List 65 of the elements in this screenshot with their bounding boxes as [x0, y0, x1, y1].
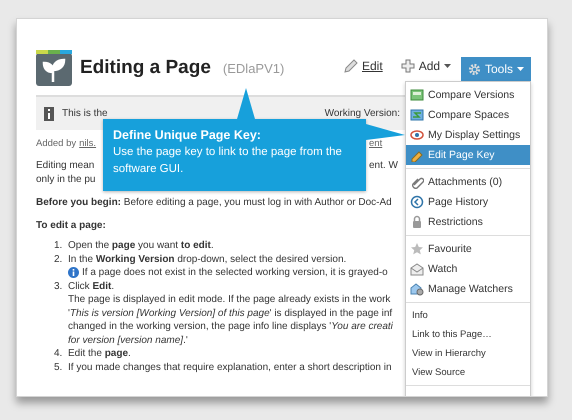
callout-text: Use the page key to link to the page from the software GUI. — [113, 145, 343, 177]
page-key: (EDlaPV1) — [222, 60, 284, 76]
menu-item[interactable]: Restrictions — [406, 212, 530, 232]
step-detail-text: changed in the working version, the page info line displays 'You are creati — [68, 320, 393, 334]
menu-item[interactable]: Edit Page Key — [406, 145, 530, 165]
callout-title: Define Unique Page Key: — [113, 128, 262, 142]
menu-item[interactable]: View Source — [406, 363, 530, 382]
info-icon — [68, 267, 79, 278]
info-icon — [44, 106, 54, 120]
menu-item-icon — [410, 282, 424, 296]
step-text: If you made changes that require explanation, enter a short description in — [68, 360, 392, 374]
caret-icon — [444, 64, 452, 68]
byline-link[interactable]: ent — [369, 138, 382, 149]
menu-item-icon — [410, 262, 424, 276]
step-text: Open the page you want to edit. — [68, 239, 214, 252]
caret-icon — [517, 67, 524, 71]
menu-item-icon — [410, 175, 424, 189]
pencil-icon — [344, 59, 358, 73]
plus-icon — [400, 59, 415, 73]
step-text: Edit the page. — [68, 347, 131, 360]
menu-item[interactable]: View in Hierarchy — [406, 344, 530, 363]
menu-item-icon — [410, 195, 424, 209]
callout-pointer — [237, 88, 255, 119]
menu-item-icon — [410, 242, 424, 256]
step-number: 5. — [54, 360, 64, 374]
byline-text: Added by — [36, 138, 76, 150]
add-button[interactable]: Add — [398, 57, 454, 75]
menu-item[interactable]: Favourite — [406, 239, 530, 259]
working-version-label: Working Version: — [324, 108, 400, 119]
menu-item[interactable]: Manage Watchers — [406, 279, 530, 299]
menu-item[interactable]: Link to this Page… — [406, 325, 530, 344]
intro-text: Editing mean — [36, 159, 94, 173]
step-number: 2. — [54, 252, 64, 266]
menu-item-icon — [410, 88, 424, 102]
edit-button[interactable]: Edit — [342, 57, 385, 75]
callout-pointer — [366, 124, 405, 140]
before-you-begin-text: Before you begin: Before editing a page, you must log in with Author or Doc-Ad — [36, 196, 393, 210]
menu-item[interactable]: Info — [406, 306, 530, 325]
menu-item-icon — [410, 128, 424, 142]
menu-item[interactable]: My Display Settings — [406, 125, 530, 145]
leaf-logo-icon — [36, 50, 72, 86]
step-text: In the Working Version drop-down, select the desired version. — [68, 252, 346, 266]
info-text: This is the — [62, 108, 108, 119]
menu-item[interactable]: Watch — [406, 259, 530, 279]
step-note: If a page does not exist in the selected working version, it is grayed-o — [82, 266, 388, 280]
author-link[interactable]: nils. — [79, 138, 96, 150]
intro-text: only in the pu — [36, 173, 96, 187]
step-number: 3. — [54, 280, 64, 294]
tools-button[interactable]: Tools — [461, 57, 531, 81]
menu-item[interactable]: Attachments (0) — [406, 172, 530, 192]
step-number: 4. — [54, 347, 64, 360]
gear-icon — [468, 62, 481, 76]
step-text: Click Edit. — [68, 280, 114, 293]
menu-item[interactable]: Page History — [406, 192, 530, 212]
page-title: Editing a Page — [80, 57, 211, 79]
step-detail-text: The page is displayed in edit mode. If the page already exists in the work — [68, 293, 390, 306]
menu-item-icon — [410, 215, 424, 229]
step-detail-text: for version [version name].' — [68, 334, 188, 347]
menu-item[interactable]: Compare Spaces — [406, 105, 530, 125]
step-number: 1. — [54, 239, 64, 252]
menu-item-icon — [410, 108, 424, 122]
procedure-heading: To edit a page: — [36, 219, 107, 233]
step-detail-text: 'This is version [Working Version] of this page' is displayed in the page inf — [68, 306, 392, 320]
menu-item[interactable]: Compare Versions — [406, 85, 530, 105]
intro-text: ent. W — [369, 159, 398, 173]
